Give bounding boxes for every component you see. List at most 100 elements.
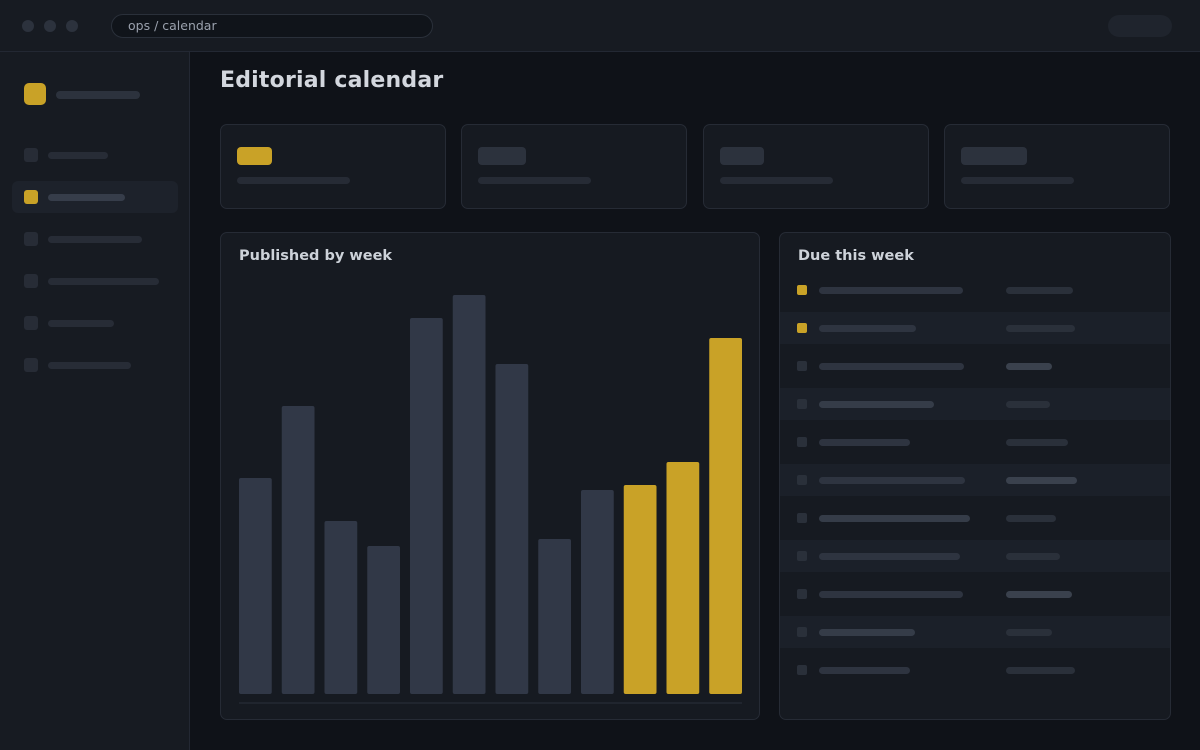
nav-icon xyxy=(24,148,38,162)
chart-bar-3[interactable] xyxy=(324,521,358,694)
sidebar xyxy=(0,52,190,750)
due-checkbox[interactable] xyxy=(797,551,807,561)
chart-bar-12[interactable] xyxy=(709,338,742,694)
due-row[interactable] xyxy=(780,578,1170,610)
due-checkbox[interactable] xyxy=(797,437,807,447)
chart-bar-5[interactable] xyxy=(410,318,443,694)
due-row[interactable] xyxy=(780,274,1170,306)
nav-icon xyxy=(24,190,38,204)
stat-value-placeholder xyxy=(961,147,1027,165)
due-row[interactable] xyxy=(780,616,1170,648)
chart-bar-8[interactable] xyxy=(538,539,571,694)
due-title-placeholder xyxy=(819,363,964,370)
due-row[interactable] xyxy=(780,426,1170,458)
nav-icon xyxy=(24,232,38,246)
due-panel: Due this week xyxy=(779,232,1171,720)
chart-bar-11[interactable] xyxy=(666,462,700,694)
page-title: Editorial calendar xyxy=(220,68,444,93)
chart-bar-4[interactable] xyxy=(367,546,400,694)
stat-value-placeholder xyxy=(720,147,764,165)
nav-label-placeholder xyxy=(48,362,131,369)
sidebar-item-4[interactable] xyxy=(12,265,178,297)
chart-bar-6[interactable] xyxy=(452,295,486,694)
due-title-placeholder xyxy=(819,553,960,560)
nav-icon xyxy=(24,274,38,288)
window-close-dot[interactable] xyxy=(22,20,34,32)
window-zoom-dot[interactable] xyxy=(66,20,78,32)
brand-logo xyxy=(24,83,46,105)
chart-bar-2[interactable] xyxy=(281,406,315,694)
due-checkbox[interactable] xyxy=(797,589,807,599)
sidebar-item-6[interactable] xyxy=(12,349,178,381)
due-date-placeholder xyxy=(1006,287,1073,294)
due-checkbox[interactable] xyxy=(797,627,807,637)
due-date-placeholder xyxy=(1006,515,1056,522)
due-checkbox[interactable] xyxy=(797,399,807,409)
due-checkbox[interactable] xyxy=(797,475,807,485)
top-bar: ops / calendar xyxy=(0,0,1200,52)
due-title-placeholder xyxy=(819,287,963,294)
due-row[interactable] xyxy=(780,312,1170,344)
stat-card-2[interactable] xyxy=(461,124,687,209)
nav-icon xyxy=(24,358,38,372)
sidebar-item-1[interactable] xyxy=(12,139,178,171)
due-title-placeholder xyxy=(819,401,934,408)
due-title-placeholder xyxy=(819,591,963,598)
chart-panel: Published by week xyxy=(220,232,760,720)
due-row[interactable] xyxy=(780,502,1170,534)
due-title-placeholder xyxy=(819,629,915,636)
chart-bar-10[interactable] xyxy=(623,485,657,694)
due-row[interactable] xyxy=(780,350,1170,382)
window-minimize-dot[interactable] xyxy=(44,20,56,32)
due-date-placeholder xyxy=(1006,591,1072,598)
nav-label-placeholder xyxy=(48,236,142,243)
chart-bar-9[interactable] xyxy=(581,490,614,694)
chart-bar-7[interactable] xyxy=(495,364,529,694)
stat-value-placeholder xyxy=(478,147,526,165)
stat-label-placeholder xyxy=(720,177,833,184)
nav-label-placeholder xyxy=(48,278,159,285)
due-title-placeholder xyxy=(819,439,910,446)
due-date-placeholder xyxy=(1006,401,1050,408)
due-row[interactable] xyxy=(780,388,1170,420)
due-title-placeholder xyxy=(819,477,965,484)
due-panel-title: Due this week xyxy=(798,248,914,264)
stat-label-placeholder xyxy=(961,177,1074,184)
nav-label-placeholder xyxy=(48,194,125,201)
due-checkbox[interactable] xyxy=(797,665,807,675)
due-date-placeholder xyxy=(1006,325,1075,332)
address-bar[interactable]: ops / calendar xyxy=(111,14,433,38)
due-checkbox[interactable] xyxy=(797,361,807,371)
chart-panel-title: Published by week xyxy=(239,248,393,264)
due-checkbox[interactable] xyxy=(797,285,807,295)
due-row[interactable] xyxy=(780,654,1170,686)
due-title-placeholder xyxy=(819,515,970,522)
sidebar-item-2[interactable] xyxy=(12,181,178,213)
due-date-placeholder xyxy=(1006,477,1077,484)
due-title-placeholder xyxy=(819,667,910,674)
stat-card-1[interactable] xyxy=(220,124,446,209)
top-action-button[interactable] xyxy=(1108,15,1172,37)
chart-bar-1[interactable] xyxy=(239,478,272,694)
due-date-placeholder xyxy=(1006,629,1052,636)
due-checkbox[interactable] xyxy=(797,513,807,523)
stat-value-placeholder xyxy=(237,147,272,165)
stat-card-3[interactable] xyxy=(703,124,929,209)
brand-name-placeholder xyxy=(56,91,140,99)
nav-label-placeholder xyxy=(48,320,114,327)
due-date-placeholder xyxy=(1006,667,1075,674)
bar-chart xyxy=(239,295,742,704)
stat-card-4[interactable] xyxy=(944,124,1170,209)
sidebar-item-5[interactable] xyxy=(12,307,178,339)
due-date-placeholder xyxy=(1006,439,1068,446)
due-date-placeholder xyxy=(1006,553,1060,560)
due-title-placeholder xyxy=(819,325,916,332)
due-row[interactable] xyxy=(780,464,1170,496)
stat-label-placeholder xyxy=(237,177,350,184)
due-row[interactable] xyxy=(780,540,1170,572)
sidebar-item-3[interactable] xyxy=(12,223,178,255)
stat-label-placeholder xyxy=(478,177,591,184)
due-checkbox[interactable] xyxy=(797,323,807,333)
nav-icon xyxy=(24,316,38,330)
nav-label-placeholder xyxy=(48,152,108,159)
